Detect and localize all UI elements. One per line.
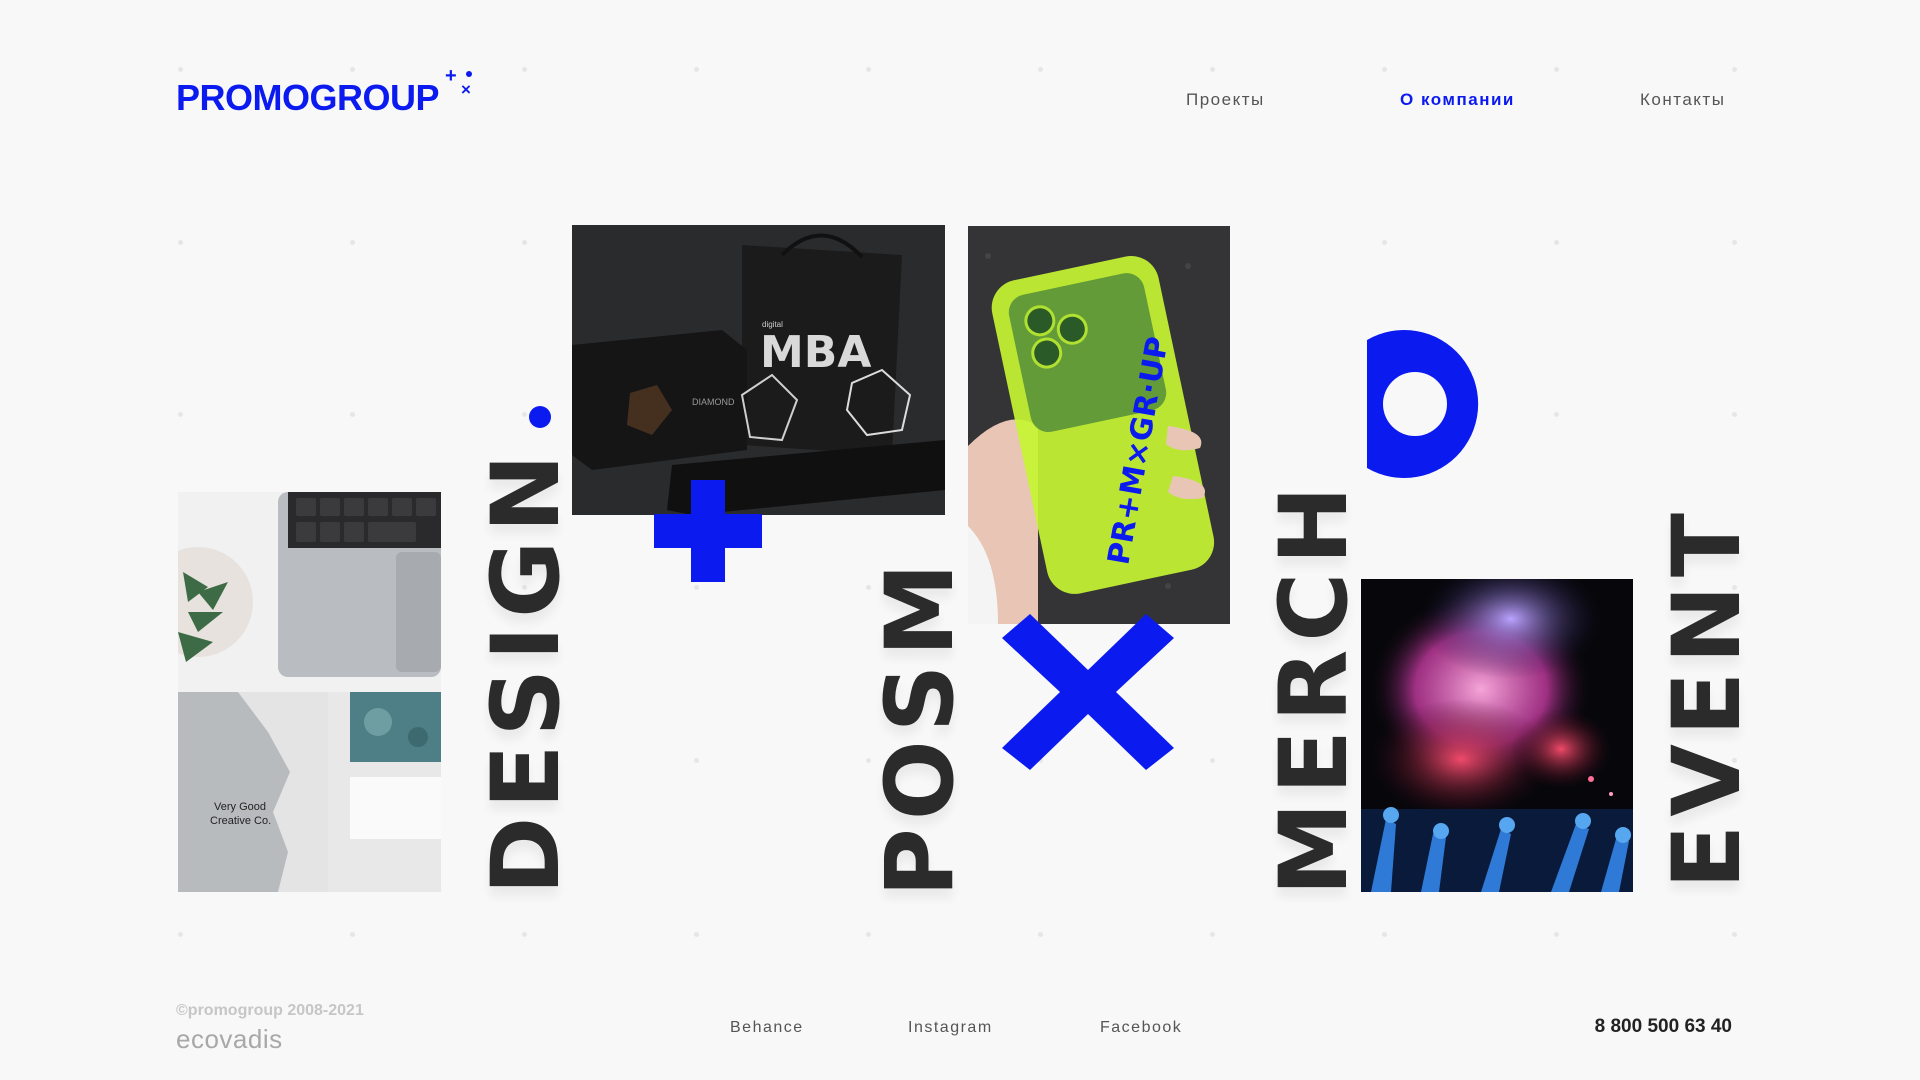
grid-dot	[522, 67, 527, 72]
grid-dot	[866, 932, 871, 937]
grid-dot	[1554, 412, 1559, 417]
grid-dot	[1554, 932, 1559, 937]
grid-dot	[1038, 67, 1043, 72]
grid-dot	[522, 932, 527, 937]
grid-dot	[694, 758, 699, 763]
grid-dot	[1210, 932, 1215, 937]
grid-dot	[1732, 67, 1737, 72]
grid-dot	[1210, 67, 1215, 72]
blue-dot-shape	[529, 406, 551, 428]
grid-dot	[1554, 240, 1559, 245]
word-merch[interactable]: MERCH	[1260, 478, 1369, 896]
grid-dot	[694, 932, 699, 937]
logo-text: PROMOGROUP	[176, 77, 440, 118]
mba-big-label: MBA	[760, 327, 871, 378]
phone-case-illustration: PR+M×GR·UP	[968, 226, 1230, 624]
grid-dot	[1382, 240, 1387, 245]
mba-illustration: digital MBA DIAMOND	[572, 225, 945, 515]
grid-dot	[1732, 412, 1737, 417]
photo-phone-case: PR+M×GR·UP	[968, 226, 1230, 624]
photo-mba-box: digital MBA DIAMOND	[572, 225, 945, 515]
grid-dot	[1732, 240, 1737, 245]
logo-plus-icon: +	[445, 65, 457, 87]
event-illustration	[1361, 579, 1633, 892]
nav-item-projects[interactable]: Проекты	[1186, 90, 1265, 110]
word-event[interactable]: EVENT	[1653, 505, 1762, 889]
grid-dot	[178, 932, 183, 937]
blue-plus-shape	[654, 480, 762, 582]
copyright-text: ©promogroup 2008-2021	[176, 1002, 364, 1019]
phone-number[interactable]: 8 800 500 63 40	[1595, 1016, 1732, 1038]
grid-dot	[178, 412, 183, 417]
photo-event-concert	[1361, 579, 1633, 892]
grid-dot	[694, 585, 699, 590]
grid-dot	[866, 67, 871, 72]
promogroup-logo[interactable]: PROMOGROUP + ×	[176, 66, 486, 126]
word-design[interactable]: DESIGN	[472, 446, 581, 895]
grid-dot	[178, 240, 183, 245]
nav-item-about[interactable]: О компании	[1400, 90, 1515, 110]
blue-cross-shape	[1002, 614, 1174, 770]
grid-dot	[1382, 67, 1387, 72]
grid-dot	[1732, 932, 1737, 937]
card-text-2: Creative Co.	[210, 815, 271, 827]
nav-item-contacts[interactable]: Контакты	[1640, 90, 1725, 110]
word-posm[interactable]: POSM	[866, 555, 975, 897]
photo-design-desk: Very Good Creative Co.	[178, 492, 441, 892]
grid-dot	[522, 240, 527, 245]
desk-illustration: Very Good Creative Co.	[178, 492, 441, 892]
grid-dot	[350, 240, 355, 245]
grid-dot	[522, 412, 527, 417]
blue-ring-shape	[1367, 330, 1479, 478]
logo-dot-icon	[466, 71, 472, 77]
social-link-facebook[interactable]: Facebook	[1100, 1019, 1182, 1037]
grid-dot	[350, 412, 355, 417]
social-link-behance[interactable]: Behance	[730, 1019, 804, 1037]
social-link-instagram[interactable]: Instagram	[908, 1019, 993, 1037]
grid-dot	[1554, 67, 1559, 72]
grid-dot	[350, 932, 355, 937]
grid-dot	[694, 67, 699, 72]
grid-dot	[1210, 758, 1215, 763]
card-text-1: Very Good	[214, 801, 266, 813]
grid-dot	[1038, 932, 1043, 937]
ecovadis-logo[interactable]: ecovadis	[176, 1024, 283, 1055]
mba-brand: DIAMOND	[692, 397, 735, 407]
grid-dot	[1382, 932, 1387, 937]
logo-x-icon: ×	[461, 80, 471, 99]
